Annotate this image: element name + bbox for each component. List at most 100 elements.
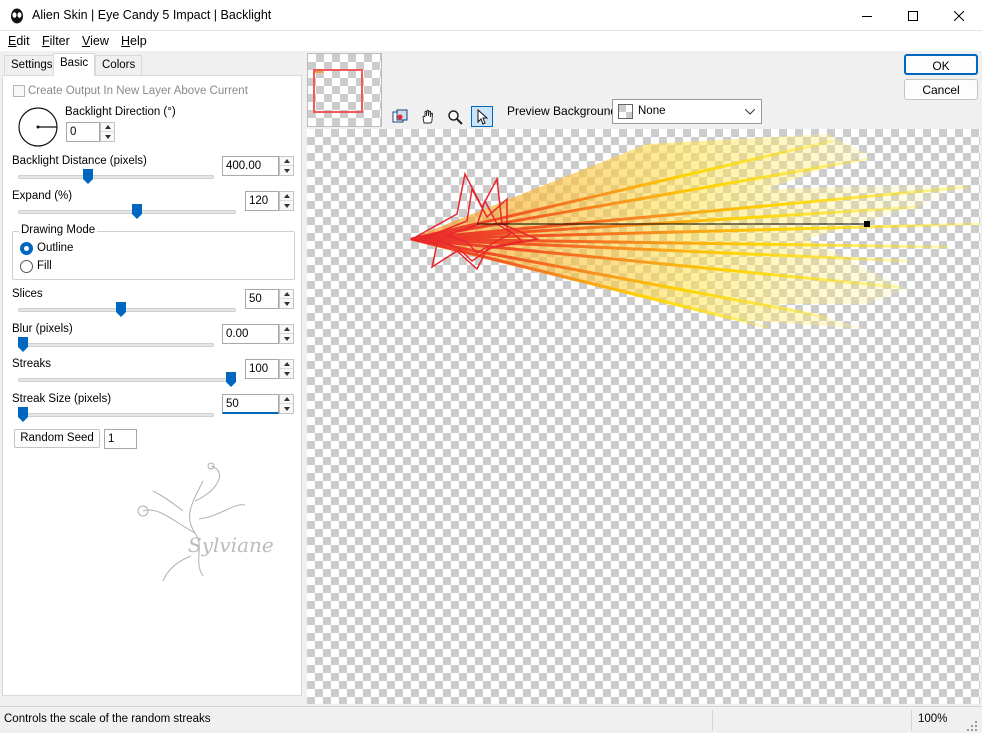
streaks-label: Streaks — [12, 358, 51, 370]
watermark-text: Sylviane — [188, 533, 274, 557]
streak-size-stepper[interactable] — [279, 394, 294, 414]
streaks-slider[interactable] — [18, 372, 236, 387]
close-button[interactable] — [936, 0, 982, 31]
slider-thumb[interactable] — [18, 337, 28, 352]
alien-head-icon — [11, 8, 23, 24]
direction-input[interactable]: 0 — [66, 122, 100, 142]
blur-stepper[interactable] — [279, 324, 294, 344]
slices-slider[interactable] — [18, 302, 236, 317]
direction-dial[interactable] — [17, 106, 59, 148]
random-seed-button[interactable]: Random Seed — [14, 429, 100, 448]
menu-filter-mnemonic: F — [42, 34, 50, 48]
pointer-tool-button[interactable] — [471, 106, 493, 127]
cancel-button[interactable]: Cancel — [904, 79, 978, 100]
expand-stepper[interactable] — [279, 191, 294, 211]
maximize-button[interactable] — [890, 0, 936, 31]
window-title: Alien Skin | Eye Candy 5 Impact | Backli… — [32, 8, 272, 22]
menu-filter-rest: ilter — [49, 34, 70, 48]
direction-label: Backlight Direction (°) — [65, 106, 176, 118]
ok-button[interactable]: OK — [904, 54, 978, 75]
preview-background-select[interactable]: None — [612, 99, 762, 124]
zoom-icon — [448, 109, 463, 125]
streak-size-slider[interactable] — [18, 407, 214, 422]
distance-input[interactable]: 400.00 — [222, 156, 279, 176]
status-separator — [712, 710, 713, 731]
preview-background-label: Preview Background: — [507, 104, 621, 118]
tab-settings[interactable]: Settings — [4, 55, 60, 75]
slices-input[interactable]: 50 — [245, 289, 279, 309]
distance-stepper[interactable] — [279, 156, 294, 176]
preview-background-value: None — [638, 105, 666, 117]
spin-up-icon[interactable] — [280, 395, 293, 404]
menu-help-rest: elp — [130, 34, 147, 48]
resize-grip-icon[interactable] — [966, 720, 978, 732]
menu-filter[interactable]: Filter — [42, 34, 70, 48]
pan-preview-button[interactable] — [389, 106, 411, 127]
drawing-mode-label: Drawing Mode — [19, 224, 98, 236]
slider-thumb[interactable] — [132, 204, 142, 219]
distance-slider[interactable] — [18, 169, 214, 184]
drawing-mode-group: Drawing Mode Outline Fill — [12, 224, 295, 280]
spin-down-icon[interactable] — [280, 334, 293, 343]
streak-size-label: Streak Size (pixels) — [12, 393, 112, 405]
slider-track — [18, 210, 236, 214]
backlight-effect-preview — [409, 134, 980, 329]
expand-label: Expand (%) — [12, 190, 73, 202]
tab-basic[interactable]: Basic — [53, 53, 96, 76]
menu-view[interactable]: View — [82, 34, 109, 48]
streak-size-input[interactable]: 50 — [222, 394, 279, 414]
menu-edit-rest: dit — [16, 34, 30, 48]
hand-tool-button[interactable] — [417, 106, 439, 127]
fill-label: Fill — [37, 260, 52, 272]
sylviane-watermark — [137, 462, 246, 582]
menu-help[interactable]: Help — [121, 34, 147, 48]
direction-stepper[interactable] — [100, 122, 115, 142]
expand-slider[interactable] — [18, 204, 236, 219]
spin-down-icon[interactable] — [280, 369, 293, 378]
spin-down-icon[interactable] — [280, 201, 293, 210]
minimize-button[interactable] — [844, 0, 890, 31]
status-message: Controls the scale of the random streaks — [4, 713, 211, 725]
blur-slider[interactable] — [18, 337, 214, 352]
blur-input[interactable]: 0.00 — [222, 324, 279, 344]
expand-input[interactable]: 120 — [245, 191, 279, 211]
spin-down-icon[interactable] — [280, 166, 293, 175]
spin-up-icon[interactable] — [280, 290, 293, 299]
spin-up-icon[interactable] — [280, 325, 293, 334]
spin-down-icon[interactable] — [101, 132, 114, 141]
fill-radio[interactable] — [20, 260, 33, 273]
blur-label: Blur (pixels) — [12, 323, 73, 335]
menu-bar: Edit Filter View Help — [0, 31, 982, 51]
slices-stepper[interactable] — [279, 289, 294, 309]
distance-label: Backlight Distance (pixels) — [12, 155, 147, 167]
slider-thumb[interactable] — [226, 372, 236, 387]
pan-preview-icon — [392, 109, 408, 122]
title-bar: Alien Skin | Eye Candy 5 Impact | Backli… — [0, 0, 982, 31]
maximize-icon — [908, 10, 918, 21]
menu-edit[interactable]: Edit — [8, 34, 30, 48]
streaks-input[interactable]: 100 — [245, 359, 279, 379]
minimize-icon — [862, 15, 872, 17]
navigator-thumbnail[interactable] — [307, 53, 382, 127]
slider-thumb[interactable] — [116, 302, 126, 317]
preview-area: Preview Background: None — [305, 51, 982, 706]
slider-thumb[interactable] — [18, 407, 28, 422]
preview-canvas[interactable] — [307, 129, 980, 704]
slider-thumb[interactable] — [83, 169, 93, 184]
zoom-tool-button[interactable] — [444, 106, 466, 127]
spin-up-icon[interactable] — [101, 123, 114, 132]
spin-up-icon[interactable] — [280, 360, 293, 369]
menu-view-rest: iew — [90, 34, 109, 48]
status-separator — [911, 710, 912, 731]
spin-up-icon[interactable] — [280, 192, 293, 201]
spin-down-icon[interactable] — [280, 299, 293, 308]
outline-radio[interactable] — [20, 242, 33, 255]
tab-colors[interactable]: Colors — [95, 55, 143, 75]
zoom-level: 100% — [918, 713, 948, 725]
streaks-stepper[interactable] — [279, 359, 294, 379]
random-seed-input[interactable]: 1 — [104, 429, 137, 449]
spin-down-icon[interactable] — [280, 404, 293, 413]
spin-up-icon[interactable] — [280, 157, 293, 166]
create-output-checkbox[interactable] — [13, 85, 25, 97]
navigator-view-rect[interactable] — [313, 69, 363, 113]
